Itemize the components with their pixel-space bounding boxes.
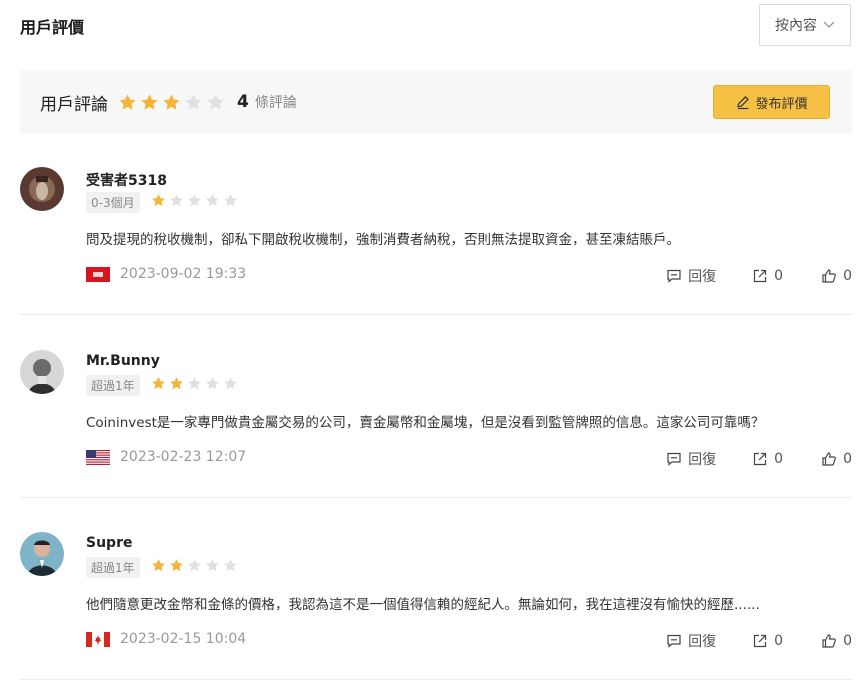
thumbs-up-icon bbox=[822, 452, 836, 466]
review-actions: 回復 0 0 bbox=[666, 266, 852, 286]
like-count: 0 bbox=[843, 451, 852, 467]
comment-icon bbox=[667, 452, 681, 466]
review-count: 4 bbox=[237, 92, 249, 112]
hk-red-flag-icon bbox=[86, 266, 110, 282]
star-empty-icon bbox=[206, 377, 219, 390]
star-empty-icon bbox=[224, 377, 237, 390]
avatar[interactable] bbox=[20, 167, 64, 211]
review-actions: 回復 0 0 bbox=[666, 631, 852, 651]
summary-title: 用戶評論 bbox=[40, 94, 108, 115]
edit-icon bbox=[737, 96, 750, 110]
star-empty-icon bbox=[188, 559, 201, 572]
reply-label: 回復 bbox=[688, 634, 717, 650]
thumbs-up-icon bbox=[822, 269, 836, 283]
star-empty-icon bbox=[188, 194, 201, 207]
star-filled-icon bbox=[170, 377, 183, 390]
review-meta: 2023-02-15 10:04 bbox=[86, 631, 246, 647]
share-count: 0 bbox=[774, 451, 784, 467]
star-empty-icon bbox=[207, 93, 224, 110]
review-count-label: 條評論 bbox=[254, 95, 297, 111]
star-empty-icon bbox=[188, 377, 201, 390]
write-review-button[interactable]: 發布評價 bbox=[713, 85, 830, 119]
reviewer-name[interactable]: Supre bbox=[86, 535, 132, 551]
star-empty-icon bbox=[185, 93, 202, 110]
page-title: 用戶評價 bbox=[20, 18, 85, 37]
summary-stars bbox=[118, 93, 225, 112]
canada-flag-icon bbox=[86, 631, 110, 647]
review-text: Coininvest是一家專門做貴金屬交易的公司，賣金屬幣和金屬塊，但是沒看到監… bbox=[86, 415, 765, 431]
share-count: 0 bbox=[774, 268, 784, 284]
star-filled-icon bbox=[170, 559, 183, 572]
share-count: 0 bbox=[774, 633, 784, 649]
star-empty-icon bbox=[206, 194, 219, 207]
chevron-down-icon bbox=[823, 21, 835, 28]
review-stars bbox=[151, 558, 238, 573]
tenure-badge: 超過1年 bbox=[86, 557, 140, 578]
reply-button[interactable]: 回復 bbox=[666, 449, 716, 469]
star-filled-icon bbox=[163, 93, 180, 110]
star-filled-icon bbox=[152, 377, 165, 390]
like-button[interactable]: 0 bbox=[821, 451, 852, 467]
review-item: 受害者5318 0-3個月 問及提現的稅收機制，卻私下開啟稅收機制，強制消費者納… bbox=[20, 155, 852, 315]
reviewer-name[interactable]: 受害者5318 bbox=[86, 170, 167, 190]
like-button[interactable]: 0 bbox=[821, 633, 852, 649]
share-button[interactable]: 0 bbox=[752, 451, 783, 467]
tenure-badge: 超過1年 bbox=[86, 375, 140, 396]
comment-icon bbox=[667, 634, 681, 648]
review-actions: 回復 0 0 bbox=[666, 449, 852, 469]
reply-label: 回復 bbox=[688, 452, 717, 468]
star-filled-icon bbox=[152, 194, 165, 207]
tenure-badge: 0-3個月 bbox=[86, 192, 140, 213]
thumbs-up-icon bbox=[822, 634, 836, 648]
review-text: 問及提現的稅收機制，卻私下開啟稅收機制，強制消費者納稅，否則無法提取資金，甚至凍… bbox=[86, 232, 680, 248]
share-button[interactable]: 0 bbox=[752, 268, 783, 284]
review-stars bbox=[151, 376, 238, 391]
avatar[interactable] bbox=[20, 350, 64, 394]
like-count: 0 bbox=[843, 633, 852, 649]
write-review-label: 發布評價 bbox=[755, 96, 808, 112]
share-button[interactable]: 0 bbox=[752, 633, 783, 649]
star-empty-icon bbox=[206, 559, 219, 572]
star-filled-icon bbox=[141, 93, 158, 110]
share-icon bbox=[754, 452, 767, 466]
sort-label: 按內容 bbox=[775, 18, 817, 34]
star-filled-icon bbox=[119, 93, 136, 110]
review-stars bbox=[151, 193, 238, 208]
review-meta: 2023-02-23 12:07 bbox=[86, 449, 246, 465]
rating-summary: 用戶評論 4 條評論 發布評價 bbox=[20, 70, 852, 134]
reply-label: 回復 bbox=[688, 269, 717, 285]
reply-button[interactable]: 回復 bbox=[666, 266, 716, 286]
comment-icon bbox=[667, 269, 681, 283]
sort-dropdown[interactable]: 按內容 bbox=[759, 4, 851, 46]
star-empty-icon bbox=[224, 559, 237, 572]
review-date: 2023-02-23 12:07 bbox=[120, 449, 247, 465]
like-count: 0 bbox=[843, 268, 852, 284]
review-text: 他們隨意更改金幣和金條的價格，我認為這不是一個值得信賴的經紀人。無論如何，我在這… bbox=[86, 597, 760, 613]
review-item: Mr.Bunny 超過1年 Coininvest是一家專門做貴金屬交易的公司，賣… bbox=[20, 338, 852, 498]
review-item: Supre 超過1年 他們隨意更改金幣和金條的價格，我認為這不是一個值得信賴的經… bbox=[20, 520, 852, 680]
star-empty-icon bbox=[170, 194, 183, 207]
review-date: 2023-02-15 10:04 bbox=[120, 631, 247, 647]
reviewer-name[interactable]: Mr.Bunny bbox=[86, 353, 160, 369]
reply-button[interactable]: 回復 bbox=[666, 631, 716, 651]
star-filled-icon bbox=[152, 559, 165, 572]
share-icon bbox=[754, 634, 767, 648]
review-date: 2023-09-02 19:33 bbox=[120, 266, 247, 282]
avatar[interactable] bbox=[20, 532, 64, 576]
us-flag-icon bbox=[86, 449, 110, 465]
star-empty-icon bbox=[224, 194, 237, 207]
share-icon bbox=[754, 269, 767, 283]
like-button[interactable]: 0 bbox=[821, 268, 852, 284]
review-meta: 2023-09-02 19:33 bbox=[86, 266, 246, 282]
